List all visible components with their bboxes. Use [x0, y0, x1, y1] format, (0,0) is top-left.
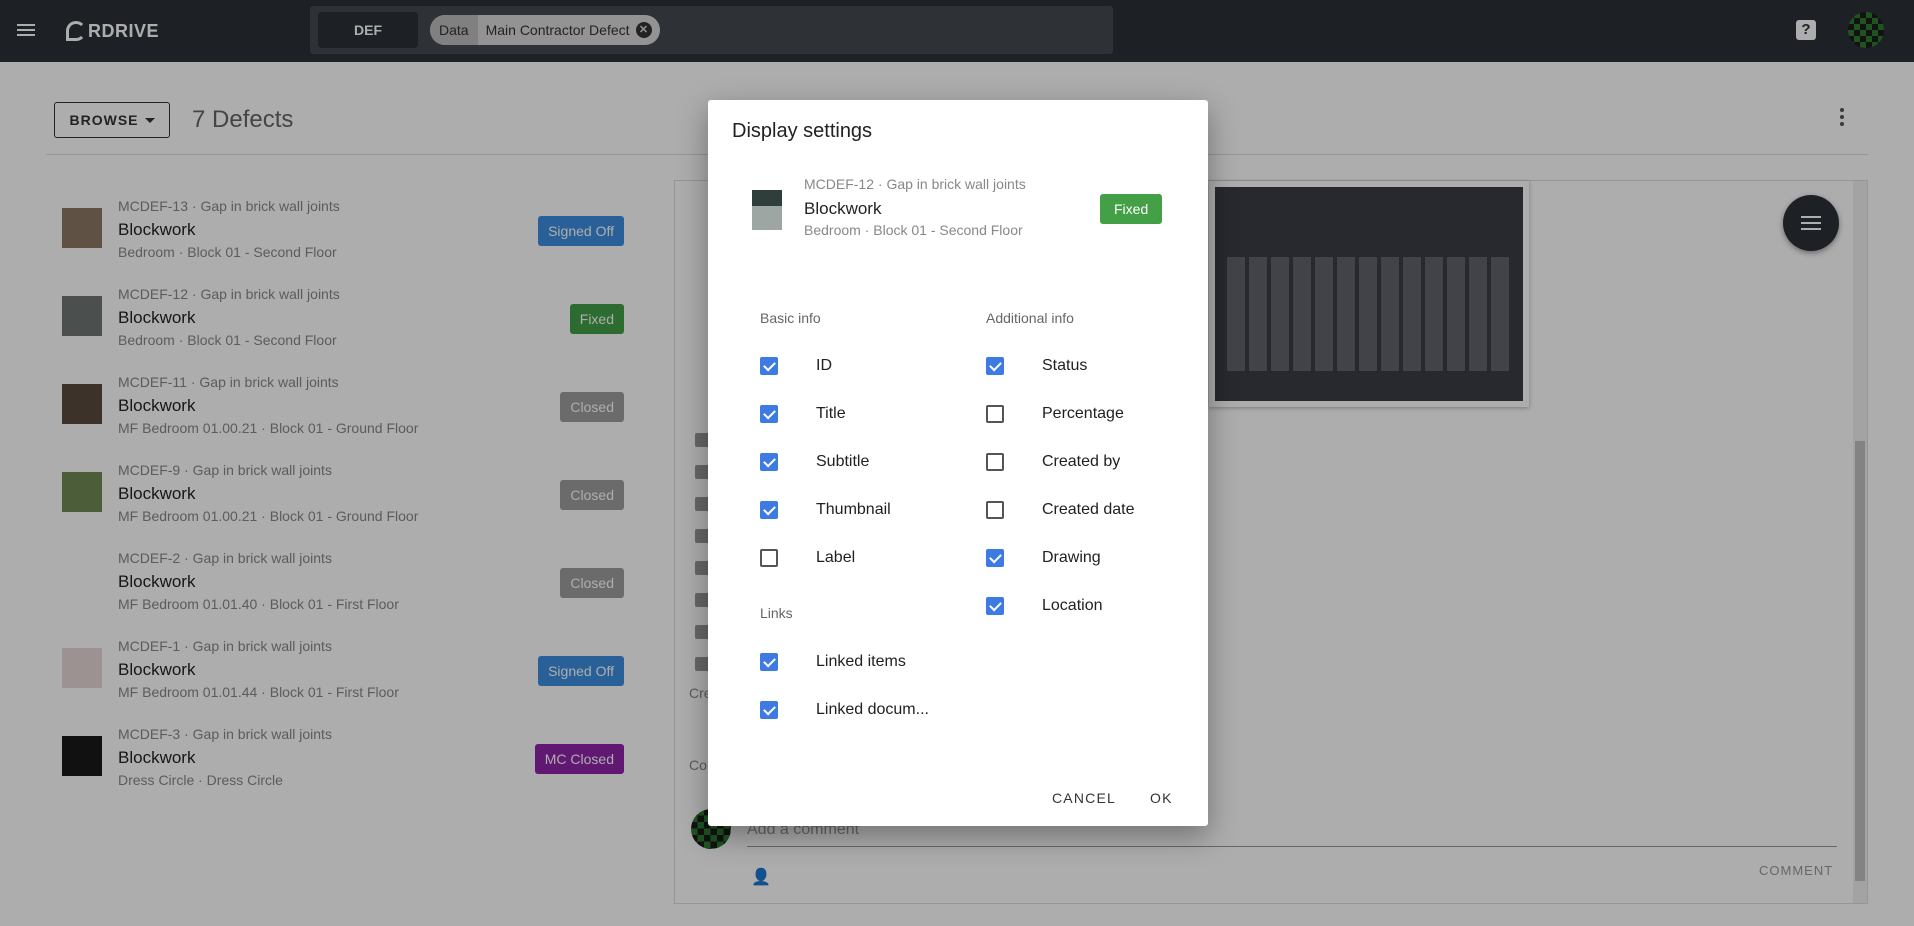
basic-info-heading: Basic info — [760, 310, 821, 326]
option-label: Drawing — [1042, 549, 1101, 566]
checkbox[interactable] — [986, 405, 1004, 423]
checkbox[interactable] — [760, 549, 778, 567]
dialog-title: Display settings — [732, 120, 873, 142]
checkbox[interactable] — [986, 453, 1004, 471]
preview-id: MCDEF-12 · Gap in brick wall joints — [804, 176, 1026, 192]
preview-subtitle: Bedroom · Block 01 - Second Floor — [804, 222, 1023, 238]
option-label: Location — [1042, 597, 1103, 614]
ok-button[interactable]: OK — [1150, 790, 1173, 806]
preview-thumbnail — [752, 190, 782, 230]
option-label: Percentage — [1042, 405, 1124, 422]
cancel-button[interactable]: CANCEL — [1052, 790, 1116, 806]
checkbox[interactable] — [986, 597, 1004, 615]
preview-title: Blockwork — [804, 199, 882, 218]
checkbox[interactable] — [986, 501, 1004, 519]
additional-info-heading: Additional info — [986, 310, 1074, 326]
option-label: Title — [816, 405, 846, 422]
checkbox[interactable] — [760, 501, 778, 519]
option-label: Created by — [1042, 453, 1121, 470]
checkbox[interactable] — [760, 357, 778, 375]
checkbox[interactable] — [760, 653, 778, 671]
option-label: Created date — [1042, 501, 1135, 518]
checkbox[interactable] — [986, 357, 1004, 375]
checkbox[interactable] — [760, 701, 778, 719]
option-label: Label — [816, 549, 856, 566]
option-label: Linked items — [816, 653, 906, 670]
display-settings-dialog: Display settings MCDEF-12 · Gap in brick… — [708, 100, 1208, 826]
option-label: Subtitle — [816, 453, 870, 470]
option-label: Linked docum... — [816, 701, 929, 718]
checkbox[interactable] — [760, 405, 778, 423]
option-label: Thumbnail — [816, 501, 891, 518]
option-label: Status — [1042, 357, 1088, 374]
links-heading: Links — [760, 605, 793, 621]
app-root: RDRIVE DEF Data Main Contractor Defect ✕… — [0, 0, 1914, 926]
option-label: ID — [816, 357, 832, 374]
checkbox[interactable] — [986, 549, 1004, 567]
checkbox[interactable] — [760, 453, 778, 471]
preview-status-badge: Fixed — [1100, 194, 1163, 224]
